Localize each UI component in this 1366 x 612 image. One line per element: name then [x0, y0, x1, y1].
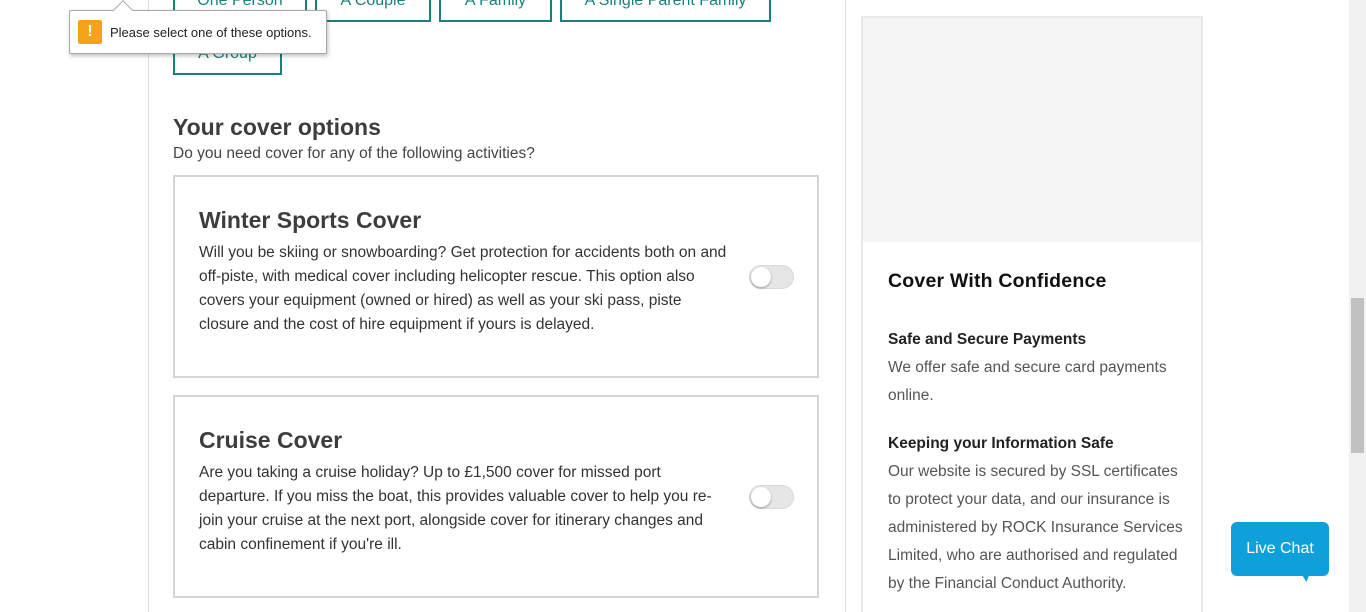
- party-option-single-parent-family[interactable]: A Single Parent Family: [560, 0, 771, 22]
- info-safe-text: Our website is secured by SSL certificat…: [888, 463, 1183, 592]
- cruise-title: Cruise Cover: [199, 427, 343, 453]
- panel-title: Cover With Confidence: [888, 270, 1107, 292]
- confidence-panel: Cover With Confidence Safe and Secure Pa…: [861, 16, 1203, 612]
- party-option-label: One Person: [197, 0, 283, 9]
- party-option-family[interactable]: A Family: [439, 0, 552, 22]
- cover-options-subtitle: Do you need cover for any of the followi…: [173, 145, 535, 162]
- secure-payments-heading: Safe and Secure Payments: [888, 331, 1087, 348]
- winter-sports-card: Winter Sports Cover Will you be skiing o…: [173, 175, 819, 378]
- toggle-knob: [751, 267, 771, 287]
- cruise-card: Cruise Cover Are you taking a cruise hol…: [173, 395, 819, 598]
- secure-payments-text: We offer safe and secure card payments o…: [888, 359, 1167, 404]
- page-scrollbar[interactable]: [1349, 0, 1366, 612]
- validation-message: Please select one of these options.: [110, 24, 312, 40]
- winter-sports-toggle[interactable]: [749, 265, 794, 289]
- party-option-label: A Family: [464, 0, 527, 9]
- toggle-knob: [751, 487, 771, 507]
- cruise-toggle[interactable]: [749, 485, 794, 509]
- cruise-description: Are you taking a cruise holiday? Up to £…: [199, 464, 712, 553]
- winter-sports-title: Winter Sports Cover: [199, 207, 422, 233]
- winter-sports-description: Will you be skiing or snowboarding? Get …: [199, 244, 727, 333]
- warning-icon: !: [78, 20, 102, 44]
- info-safe-heading: Keeping your Information Safe: [888, 435, 1114, 452]
- validation-tooltip: ! Please select one of these options.: [69, 10, 327, 54]
- party-option-label: A Single Parent Family: [584, 0, 747, 9]
- panel-image-placeholder: [863, 18, 1201, 242]
- party-option-couple[interactable]: A Couple: [315, 0, 431, 22]
- live-chat-button[interactable]: Live Chat: [1231, 522, 1329, 576]
- scrollbar-thumb[interactable]: [1351, 298, 1364, 453]
- party-option-label: A Couple: [340, 0, 406, 9]
- cover-options-title: Your cover options: [173, 114, 381, 140]
